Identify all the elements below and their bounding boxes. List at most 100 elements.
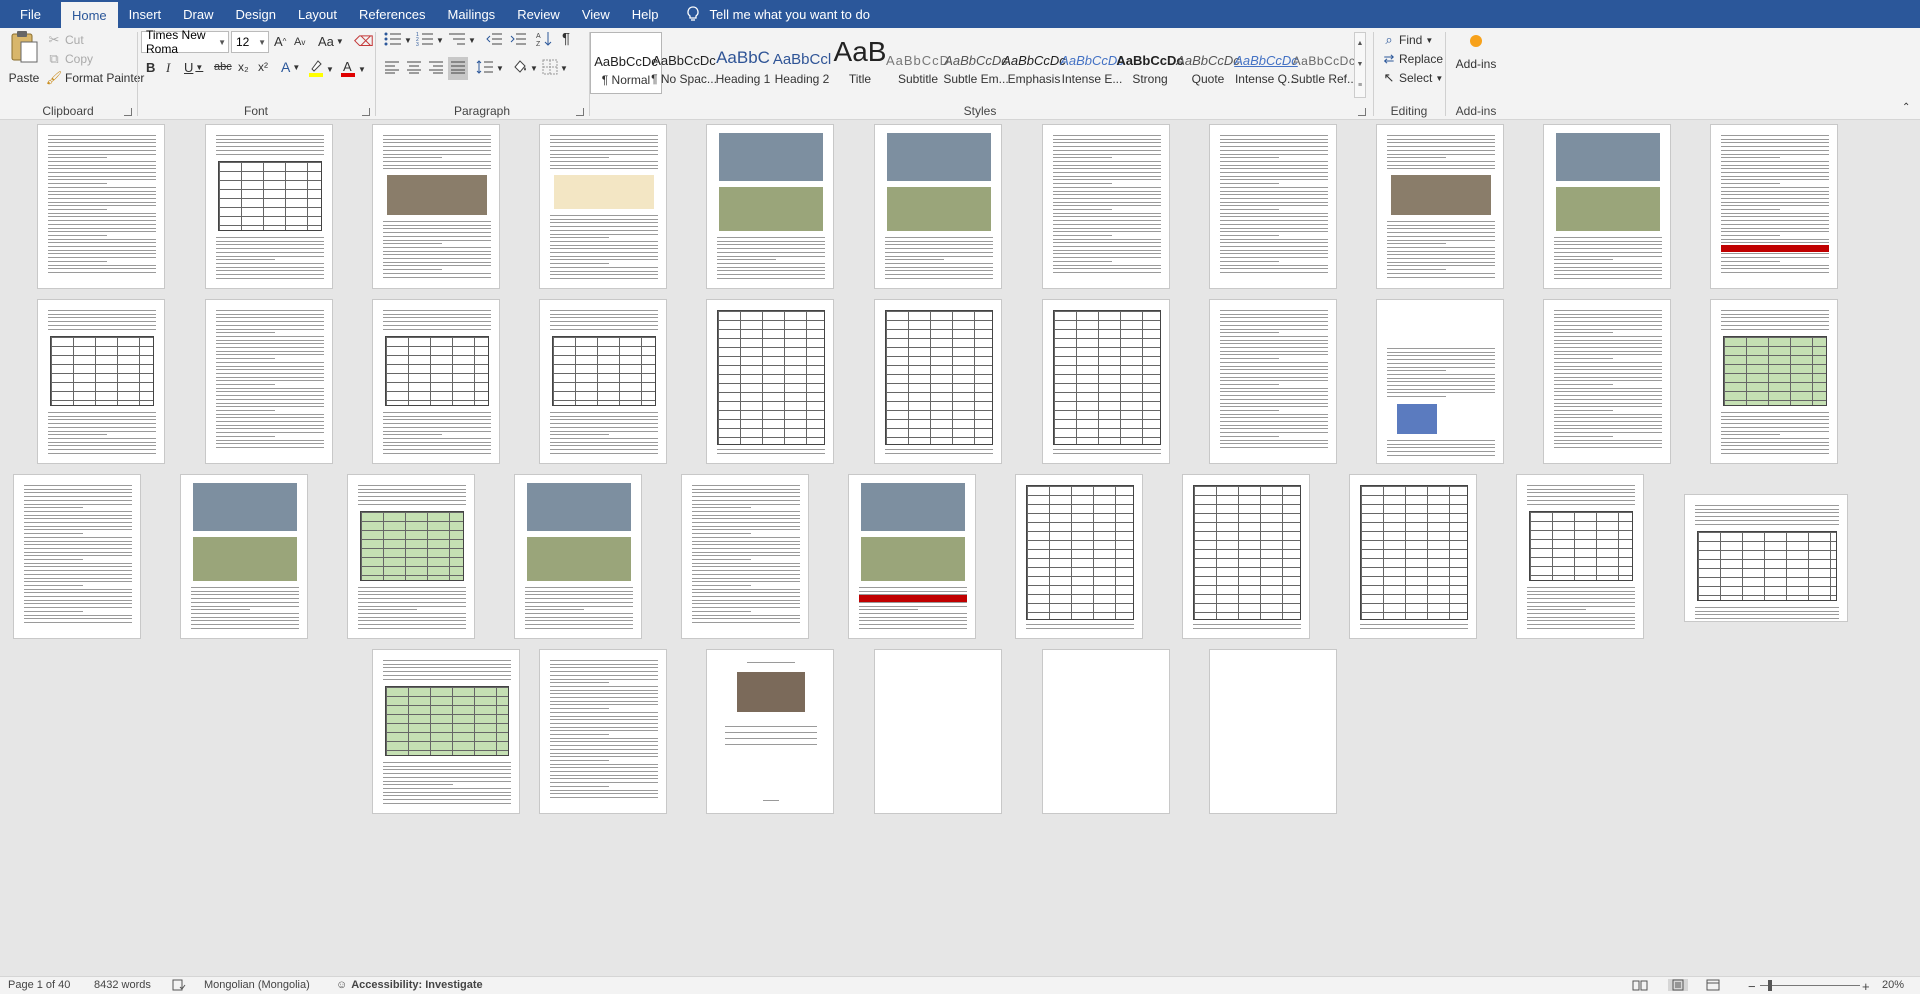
font-color-button[interactable]: A ▼ xyxy=(340,59,366,80)
page-thumbnail[interactable] xyxy=(874,299,1002,464)
numbering-button[interactable]: 1 2 3 ▼ xyxy=(416,32,444,49)
page-thumbnail[interactable] xyxy=(205,124,333,289)
page-thumbnail[interactable] xyxy=(37,299,165,464)
superscript-button[interactable]: x² xyxy=(258,60,268,74)
text-effects-button[interactable]: A ▼ xyxy=(281,59,300,75)
highlight-button[interactable]: ▼ xyxy=(308,59,334,80)
page-thumbnail[interactable] xyxy=(1376,299,1504,464)
paste-button[interactable]: Paste xyxy=(8,30,40,96)
grow-font-button[interactable]: A ^ xyxy=(274,34,286,49)
zoom-out-button[interactable]: − xyxy=(1748,979,1756,994)
page-thumbnail[interactable] xyxy=(1042,649,1170,814)
justify-button[interactable] xyxy=(448,57,468,80)
language-indicator[interactable]: Mongolian (Mongolia) xyxy=(204,979,310,991)
tab-help[interactable]: Help xyxy=(621,0,670,28)
clear-formatting-button[interactable]: ⌫ xyxy=(354,33,374,50)
select-button[interactable]: ↖ Select ▼ xyxy=(1382,70,1444,86)
page-thumbnail[interactable] xyxy=(874,124,1002,289)
page-thumbnail[interactable] xyxy=(514,474,642,639)
find-button[interactable]: ⌕ Find ▼ xyxy=(1382,32,1433,48)
page-thumbnail[interactable] xyxy=(539,299,667,464)
page-thumbnail[interactable] xyxy=(874,649,1002,814)
proofing-icon[interactable] xyxy=(172,979,186,991)
page-thumbnail[interactable] xyxy=(706,124,834,289)
bold-button[interactable]: B xyxy=(146,60,155,75)
shrink-font-button[interactable]: Av xyxy=(294,36,305,48)
word-count[interactable]: 8432 words xyxy=(94,979,151,991)
copy-button[interactable]: ⧉ Copy xyxy=(46,50,93,68)
page-thumbnail[interactable] xyxy=(1710,124,1838,289)
show-formatting-button[interactable]: ¶ xyxy=(562,30,570,47)
cut-button[interactable]: ✂ Cut xyxy=(46,31,84,49)
styles-launcher-icon[interactable] xyxy=(1358,108,1366,116)
page-thumbnail[interactable] xyxy=(681,474,809,639)
tab-mailings[interactable]: Mailings xyxy=(437,0,507,28)
collapse-ribbon-button[interactable]: ⌃ xyxy=(1902,102,1910,113)
clipboard-launcher-icon[interactable] xyxy=(124,108,132,116)
page-thumbnail[interactable] xyxy=(372,649,520,814)
multilevel-list-button[interactable]: ▼ xyxy=(448,32,476,49)
tell-me-search[interactable]: Tell me what you want to do xyxy=(682,0,870,28)
tab-review[interactable]: Review xyxy=(506,0,571,28)
page-thumbnail[interactable] xyxy=(1042,124,1170,289)
font-size-input[interactable]: 12 ▼ xyxy=(231,31,269,53)
page-thumbnail[interactable] xyxy=(706,649,834,814)
page-thumbnail[interactable] xyxy=(372,299,500,464)
tab-draw[interactable]: Draw xyxy=(172,0,224,28)
align-left-button[interactable] xyxy=(384,60,400,77)
subscript-button[interactable]: x₂ xyxy=(238,60,249,74)
tab-layout[interactable]: Layout xyxy=(287,0,348,28)
page-thumbnail[interactable] xyxy=(205,299,333,464)
zoom-slider[interactable] xyxy=(1760,985,1860,986)
scroll-down-icon[interactable]: ▼ xyxy=(1355,54,1365,75)
style-subtle-reference[interactable]: AaBbCcDc Subtle Ref... xyxy=(1288,32,1360,94)
borders-button[interactable]: ▼ xyxy=(542,59,568,78)
page-thumbnail[interactable] xyxy=(1042,299,1170,464)
page-thumbnail[interactable] xyxy=(848,474,976,639)
tab-view[interactable]: View xyxy=(571,0,621,28)
font-name-input[interactable]: Times New Roma ▼ xyxy=(141,28,229,56)
align-right-button[interactable] xyxy=(428,60,444,77)
tab-file[interactable]: File xyxy=(0,0,61,28)
page-thumbnail[interactable] xyxy=(180,474,308,639)
page-thumbnail[interactable] xyxy=(13,474,141,639)
page-count[interactable]: Page 1 of 40 xyxy=(8,979,70,991)
page-thumbnail[interactable] xyxy=(539,124,667,289)
page-thumbnail[interactable] xyxy=(1182,474,1310,639)
read-mode-icon[interactable] xyxy=(1632,979,1648,991)
increase-indent-button[interactable] xyxy=(510,32,526,49)
page-thumbnail[interactable] xyxy=(1209,124,1337,289)
replace-button[interactable]: ⇄ Replace xyxy=(1382,51,1443,67)
page-thumbnail[interactable] xyxy=(1376,124,1504,289)
tab-insert[interactable]: Insert xyxy=(118,0,173,28)
page-thumbnail[interactable] xyxy=(1209,299,1337,464)
page-thumbnail[interactable] xyxy=(372,124,500,289)
change-case-button[interactable]: Aa ▼ xyxy=(318,34,344,49)
tab-references[interactable]: References xyxy=(348,0,436,28)
addins-button[interactable]: Add-ins xyxy=(1452,32,1500,72)
zoom-slider-thumb[interactable] xyxy=(1768,980,1772,991)
align-center-button[interactable] xyxy=(406,60,422,77)
document-pages-view[interactable] xyxy=(0,121,1920,976)
page-thumbnail[interactable] xyxy=(706,299,834,464)
line-spacing-button[interactable]: ▼ xyxy=(476,60,504,77)
styles-gallery-scroll[interactable]: ▲ ▼ ≡ xyxy=(1354,32,1366,98)
bullets-button[interactable]: ▼ xyxy=(384,32,412,49)
italic-button[interactable]: I xyxy=(166,60,170,76)
tab-design[interactable]: Design xyxy=(225,0,287,28)
decrease-indent-button[interactable] xyxy=(486,32,502,49)
page-thumbnail[interactable] xyxy=(1543,124,1671,289)
page-thumbnail[interactable] xyxy=(1543,299,1671,464)
strikethrough-button[interactable]: abc xyxy=(214,61,232,73)
sort-button[interactable]: AZ xyxy=(536,31,552,50)
accessibility-checker[interactable]: ☺ Accessibility: Investigate xyxy=(336,979,483,991)
zoom-level[interactable]: 20% xyxy=(1882,979,1904,991)
page-thumbnail[interactable] xyxy=(347,474,475,639)
print-layout-icon[interactable] xyxy=(1668,979,1688,991)
web-layout-icon[interactable] xyxy=(1706,979,1720,991)
tab-home[interactable]: Home xyxy=(60,2,118,28)
page-thumbnail[interactable] xyxy=(1516,474,1644,639)
underline-button[interactable]: U ▼ xyxy=(184,60,203,75)
shading-button[interactable]: ▼ xyxy=(512,59,538,78)
zoom-in-button[interactable]: + xyxy=(1862,979,1870,994)
